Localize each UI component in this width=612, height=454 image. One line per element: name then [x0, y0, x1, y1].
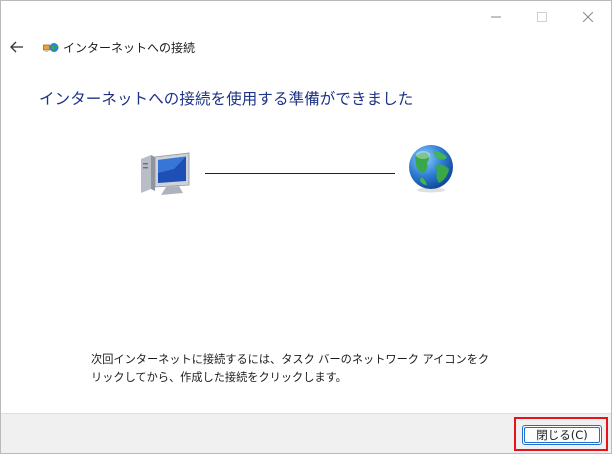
page-heading: インターネットへの接続を使用する準備ができました	[39, 90, 414, 108]
instruction-text: 次回インターネットに接続するには、タスク バーのネットワーク アイコンをクリック…	[91, 353, 490, 384]
network-connection-icon	[43, 40, 59, 54]
maximize-button	[519, 1, 565, 33]
window-controls	[473, 1, 611, 33]
nav-title: インターネットへの接続	[63, 40, 196, 55]
nav-bar: インターネットへの接続	[9, 37, 195, 57]
computer-icon	[139, 151, 191, 197]
close-window-button[interactable]	[565, 1, 611, 33]
globe-icon	[407, 143, 455, 193]
minimize-button[interactable]	[473, 1, 519, 33]
dialog-window: インターネットへの接続 インターネットへの接続を使用する準備ができました 次回イ…	[0, 0, 612, 454]
dialog-footer: 閉じる(C)	[1, 413, 611, 453]
connection-graphic	[139, 143, 459, 199]
arrow-left-icon	[10, 38, 24, 57]
maximize-icon	[537, 12, 547, 22]
close-button[interactable]: 閉じる(C)	[522, 425, 602, 445]
highlight-box: 閉じる(C)	[514, 417, 608, 451]
minimize-icon	[491, 12, 501, 22]
back-button[interactable]	[9, 39, 25, 55]
close-icon	[583, 12, 593, 22]
connection-line	[205, 173, 395, 174]
